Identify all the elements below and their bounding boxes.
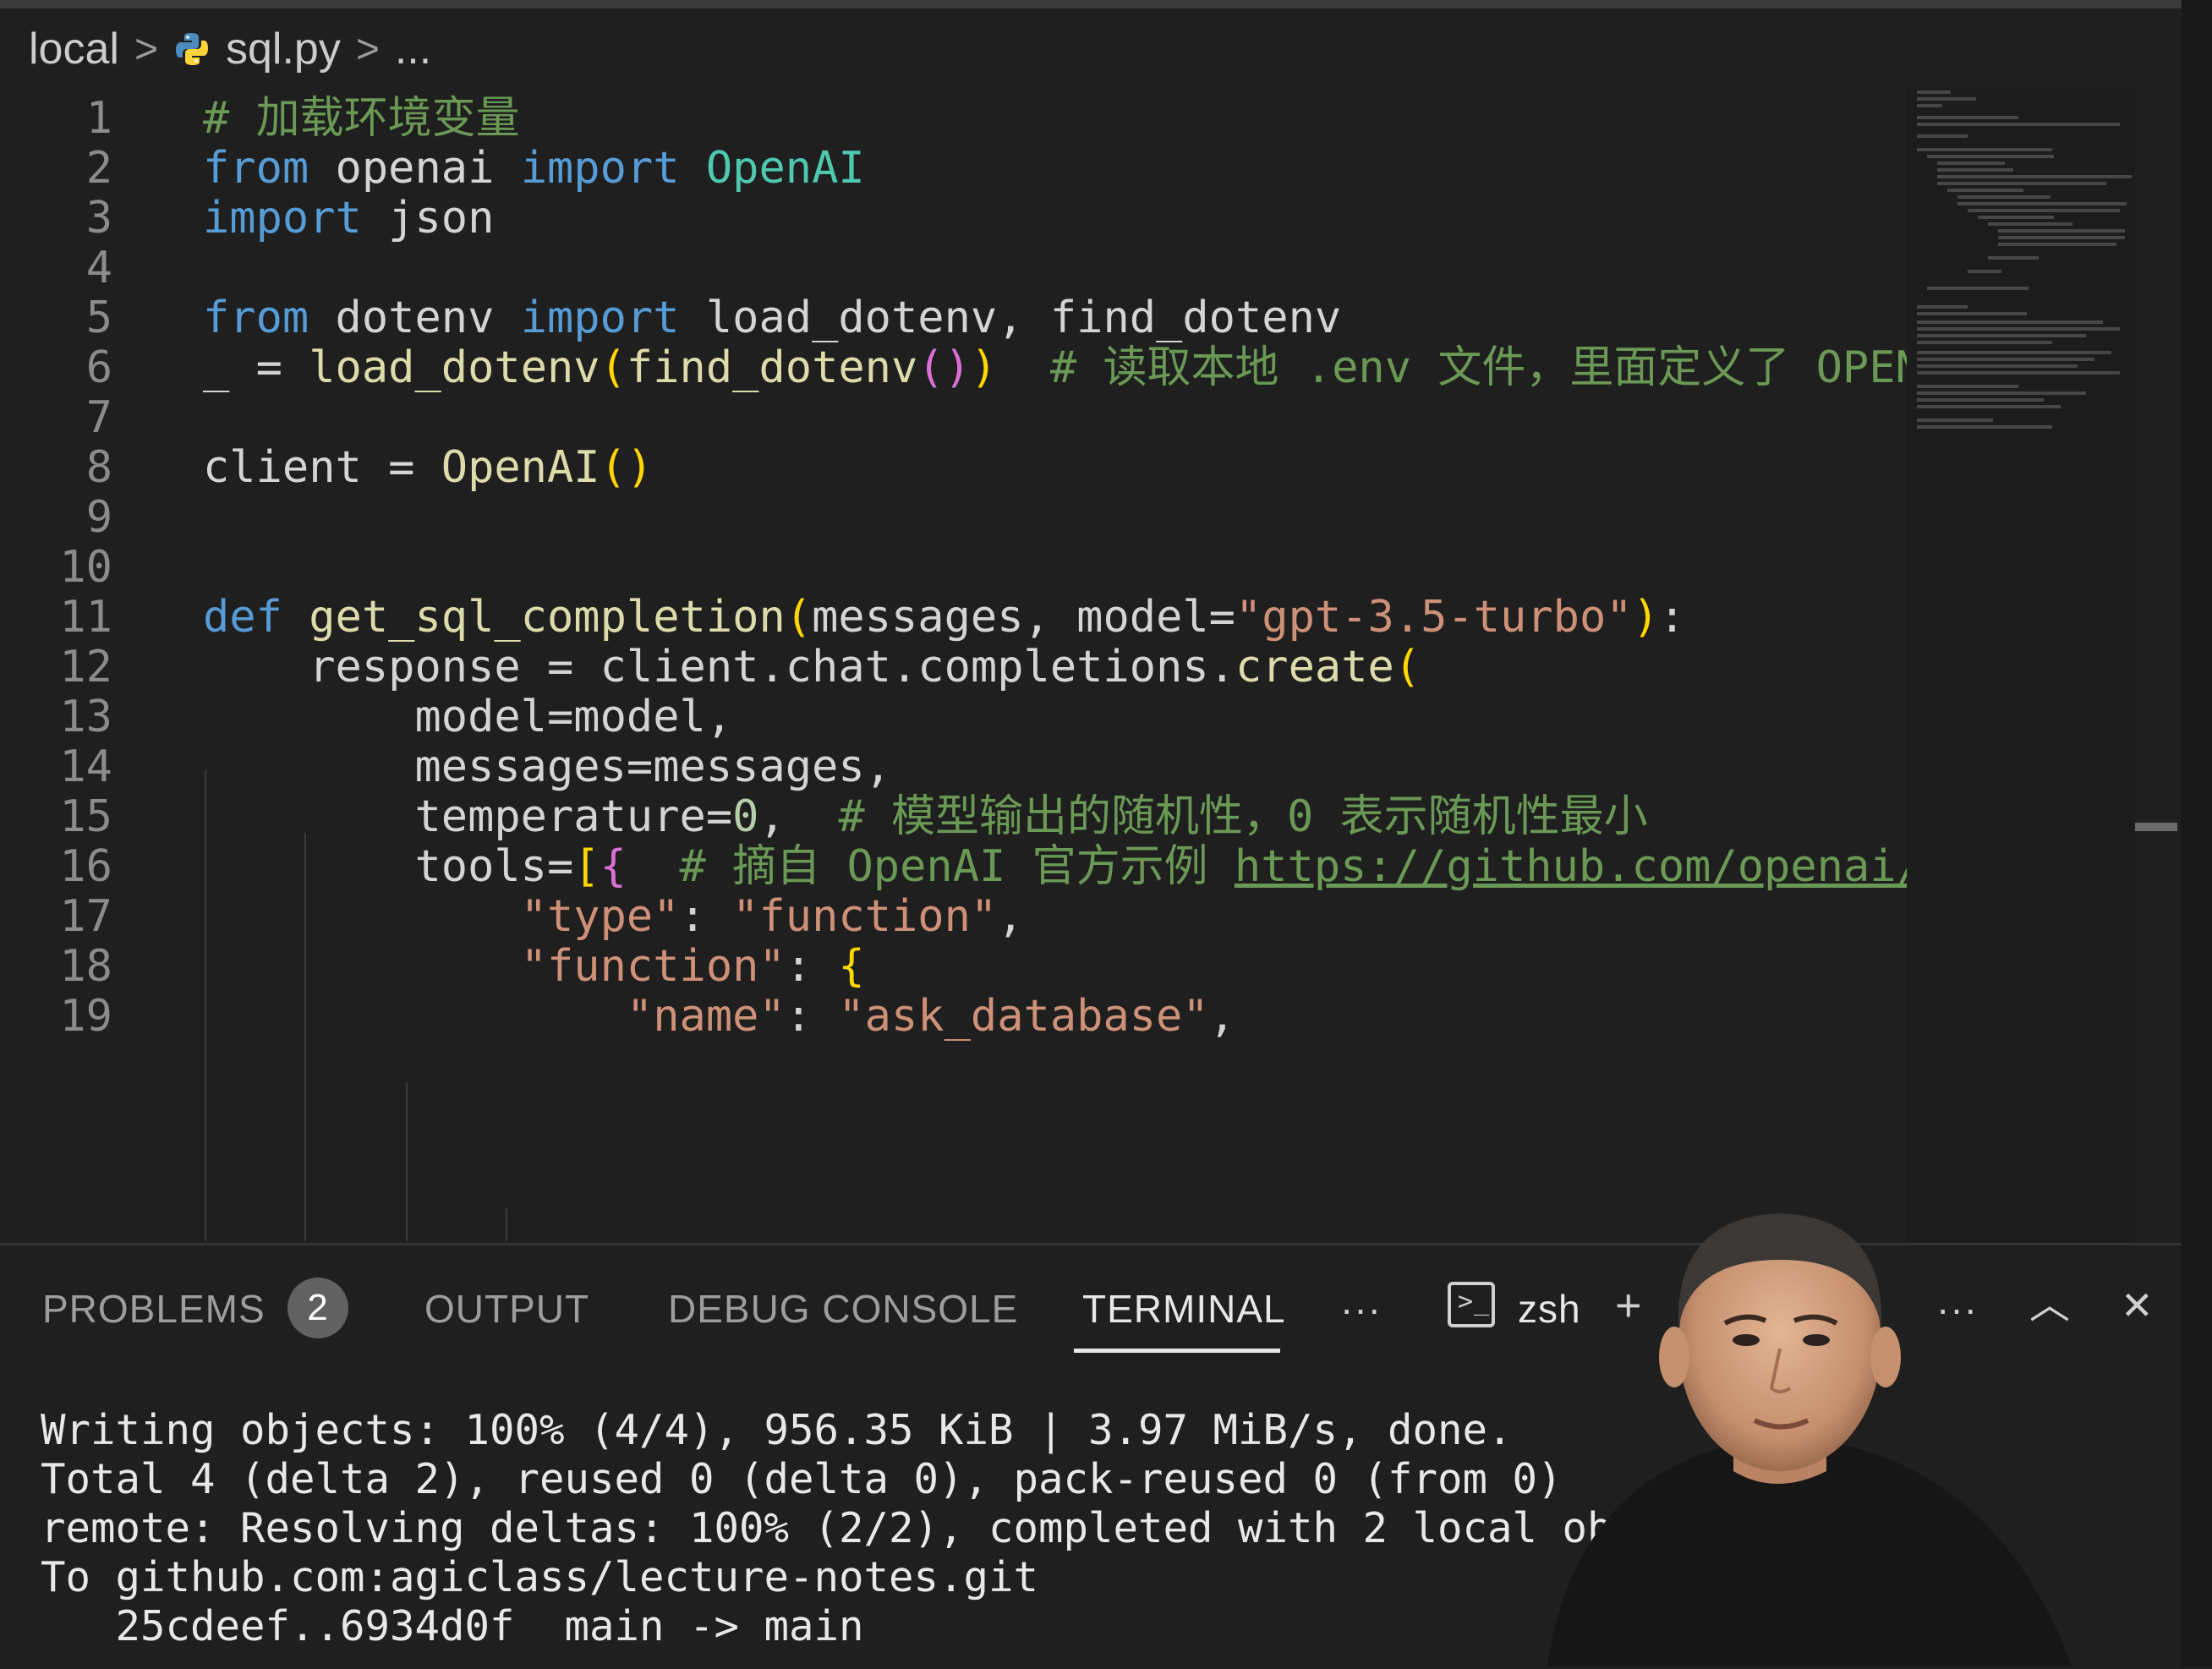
minimap-line — [1917, 398, 2044, 402]
terminal-icon: >_ — [1448, 1282, 1495, 1327]
minimap-line — [1917, 425, 2052, 429]
minimap-line — [1917, 405, 2061, 408]
window-top-bar — [0, 0, 2212, 8]
code-editor[interactable]: 1 # 加载环境变量 2 from openai import OpenAI 3 impo… — [0, 87, 1907, 1241]
breadcrumb-folder[interactable]: local — [29, 24, 119, 74]
breadcrumb: local > sql.py > ... — [29, 19, 431, 79]
minimap-line — [1917, 134, 1968, 138]
close-panel-button[interactable]: ✕ — [2121, 1276, 2155, 1335]
minimap[interactable] — [1907, 87, 2135, 1241]
tab-debug-console[interactable]: DEBUG CONSOLE — [668, 1279, 1018, 1338]
minimap-line — [1937, 168, 2013, 172]
minimap-line — [1968, 209, 2120, 212]
breadcrumb-separator: > — [134, 26, 158, 72]
minimap-line — [1917, 358, 2094, 361]
minimap-line — [1917, 351, 2111, 354]
terminal-line: 25cdeef..6934d0f main -> main — [41, 1602, 864, 1650]
minimap-line — [1917, 371, 2120, 375]
minimap-line — [1998, 229, 2125, 233]
indent-guide — [406, 1083, 408, 1241]
minimap-line — [1917, 385, 2018, 388]
minimap-line — [1917, 391, 2086, 395]
minimap-line — [1917, 341, 2052, 344]
terminal-output[interactable]: Writing objects: 100% (4/4), 956.35 KiB … — [41, 1406, 1612, 1651]
minimap-line — [1917, 334, 2086, 337]
tab-problems[interactable]: PROBLEMS — [42, 1279, 266, 1338]
tab-output[interactable]: OUTPUT — [424, 1279, 589, 1338]
breadcrumb-file[interactable]: sql.py — [226, 24, 341, 74]
minimap-line — [1957, 202, 2127, 205]
indent-guide — [506, 1208, 507, 1241]
minimap-line — [1937, 175, 2132, 178]
minimap-line — [1998, 236, 2125, 239]
active-tab-indicator — [1074, 1349, 1280, 1353]
line-number: 19 — [59, 991, 112, 1042]
scrollbar-thumb[interactable] — [2135, 823, 2177, 831]
tab-terminal[interactable]: TERMINAL — [1082, 1279, 1286, 1338]
minimap-line — [1998, 243, 2116, 246]
minimap-line — [1988, 222, 2072, 226]
minimap-line — [1917, 148, 2052, 151]
minimap-line — [1937, 182, 2106, 185]
more-tabs-button[interactable]: ··· — [1340, 1279, 1382, 1338]
code-line[interactable]: 19 "name": "ask_database", — [0, 985, 1907, 1048]
breadcrumb-more[interactable]: ... — [395, 24, 431, 74]
problems-count-badge: 2 — [287, 1278, 348, 1338]
minimap-line — [1927, 155, 2054, 158]
code-text: "name": "ask_database", — [626, 991, 1235, 1042]
terminal-line: To github.com:agiclass/lecture-notes.git — [41, 1553, 1039, 1601]
minimap-line — [1917, 305, 1968, 309]
breadcrumb-separator: > — [355, 26, 380, 72]
terminal-line: remote: Resolving deltas: 100% (2/2), co… — [41, 1504, 1612, 1552]
terminal-line: Writing objects: 100% (4/4), 956.35 KiB … — [41, 1406, 1513, 1454]
minimap-line — [1917, 320, 2103, 324]
minimap-line — [1937, 161, 2005, 165]
minimap-line — [1927, 287, 2029, 290]
terminal-line: Total 4 (delta 2), reused 0 (delta 0), p… — [41, 1455, 1563, 1503]
editor-scrollbar[interactable] — [2135, 87, 2177, 1241]
presenter-webcam-overlay — [1547, 1213, 2072, 1666]
minimap-line — [1917, 312, 2027, 315]
minimap-line — [1917, 97, 1976, 101]
minimap-line — [1917, 90, 1951, 94]
minimap-line — [1917, 104, 1942, 107]
minimap-line — [1917, 116, 2018, 119]
window-right-edge — [2182, 0, 2212, 1666]
minimap-line — [1917, 327, 2120, 331]
minimap-line — [1917, 364, 2078, 368]
minimap-line — [1917, 419, 1993, 422]
python-file-icon — [175, 33, 208, 65]
minimap-line — [1978, 216, 2054, 219]
minimap-line — [1957, 195, 2050, 199]
minimap-line — [1947, 189, 2023, 192]
minimap-line — [1988, 256, 2039, 260]
minimap-line — [1917, 123, 2120, 126]
minimap-line — [1968, 270, 2001, 273]
